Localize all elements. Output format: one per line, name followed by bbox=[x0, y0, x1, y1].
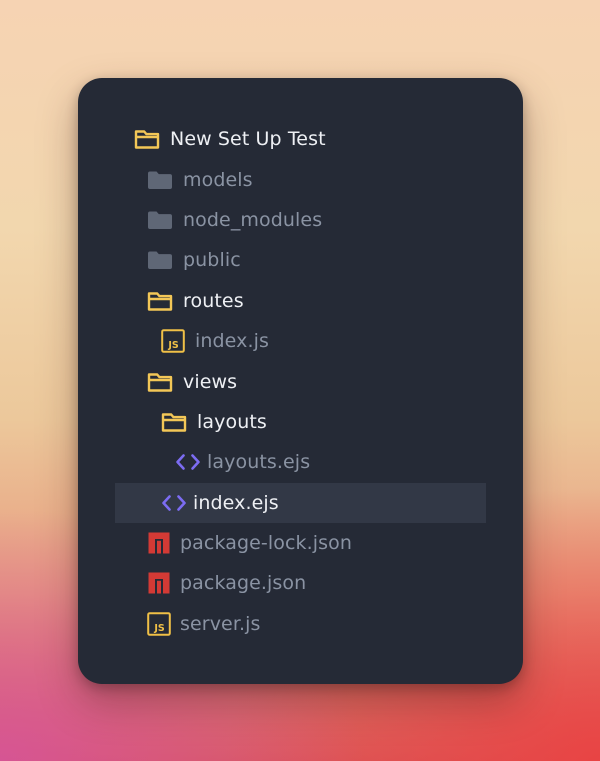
svg-text:JS: JS bbox=[167, 340, 179, 351]
ejs-file-icon bbox=[175, 450, 203, 474]
tree-item-label: index.ejs bbox=[193, 491, 279, 514]
tree-item-label: layouts.ejs bbox=[207, 451, 311, 474]
tree-item-label: views bbox=[183, 370, 238, 393]
tree-item-models[interactable]: models bbox=[78, 159, 523, 199]
js-file-icon: JS bbox=[147, 612, 175, 636]
folder-open-icon bbox=[161, 410, 189, 434]
tree-item-label: package.json bbox=[180, 572, 307, 595]
tree-item-label: node_modules bbox=[183, 208, 323, 231]
tree-item-label: models bbox=[183, 168, 253, 191]
file-tree: New Set Up Test models node_modules publ… bbox=[78, 119, 523, 644]
folder-open-icon bbox=[147, 289, 175, 313]
tree-item-label: routes bbox=[183, 289, 244, 312]
file-explorer-panel: New Set Up Test models node_modules publ… bbox=[78, 78, 523, 684]
tree-item-label: package-lock.json bbox=[180, 532, 353, 555]
tree-item-label: index.js bbox=[195, 330, 269, 353]
tree-item-views[interactable]: views bbox=[78, 361, 523, 401]
tree-item-node-modules[interactable]: node_modules bbox=[78, 200, 523, 240]
npm-file-icon bbox=[147, 571, 175, 595]
tree-item-public[interactable]: public bbox=[78, 240, 523, 280]
js-file-icon: JS bbox=[161, 329, 189, 353]
tree-item-layouts-ejs[interactable]: layouts.ejs bbox=[78, 442, 523, 482]
tree-item-routes[interactable]: routes bbox=[78, 281, 523, 321]
tree-item-index-js[interactable]: JS index.js bbox=[78, 321, 523, 361]
tree-item-root-folder[interactable]: New Set Up Test bbox=[78, 119, 523, 159]
folder-closed-icon bbox=[147, 168, 175, 192]
tree-item-layouts-folder[interactable]: layouts bbox=[78, 402, 523, 442]
tree-item-index-ejs[interactable]: index.ejs bbox=[78, 482, 523, 524]
svg-text:JS: JS bbox=[153, 623, 165, 634]
folder-open-icon bbox=[147, 370, 175, 394]
tree-item-label: server.js bbox=[180, 612, 261, 635]
tree-item-label: layouts bbox=[197, 410, 267, 433]
tree-item-label: public bbox=[183, 249, 241, 272]
tree-item-package-lock-json[interactable]: package-lock.json bbox=[78, 523, 523, 563]
npm-file-icon bbox=[147, 531, 175, 555]
folder-closed-icon bbox=[147, 208, 175, 232]
ejs-file-icon bbox=[161, 491, 189, 515]
folder-closed-icon bbox=[147, 248, 175, 272]
folder-open-icon bbox=[134, 127, 162, 151]
tree-item-server-js[interactable]: JS server.js bbox=[78, 604, 523, 644]
tree-item-package-json[interactable]: package.json bbox=[78, 563, 523, 603]
tree-item-label: New Set Up Test bbox=[170, 128, 326, 151]
